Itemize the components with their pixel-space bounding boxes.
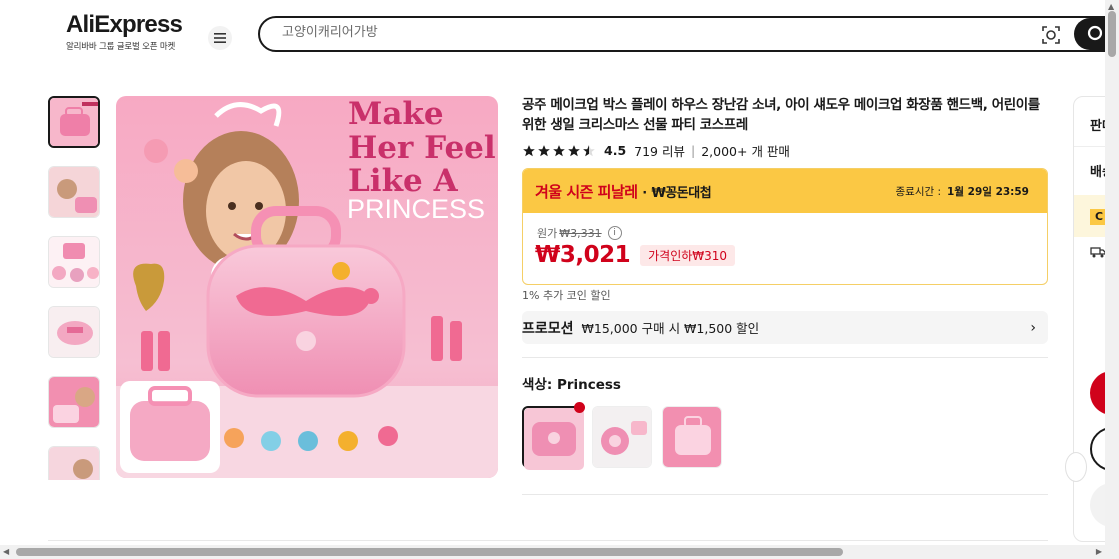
divider [522,357,1048,358]
chevron-right-icon: › [1030,319,1036,336]
image-text-line1: Make [348,96,444,132]
aliexpress-logo[interactable]: AliExpress 알리바바 그룹 글로벌 오픈 마켓 [66,11,183,53]
logo-subtitle: 알리바바 그룹 글로벌 오픈 마켓 [66,42,176,52]
rating-stars [522,144,596,158]
scroll-up-icon[interactable]: ▲ [1108,2,1114,11]
sale-end-value: 1월 29일 23:59 [947,185,1029,198]
product-title: 공주 메이크업 박스 플레이 하우스 장난감 소녀, 아이 섀도우 메이크업 화… [522,97,1040,133]
promotion-tag: 프로모션 [522,320,574,337]
star-icon [523,144,535,156]
horizontal-scrollbar[interactable]: ◀ ▶ [0,545,1105,559]
carousel-prev-button[interactable] [1065,452,1087,482]
color-swatch-3[interactable] [662,406,722,468]
sale-separator: · [642,185,647,201]
hot-badge [574,402,585,413]
thumbnail-2[interactable] [48,166,100,218]
sold-count: 2,000+ 개 판매 [701,144,790,159]
scroll-left-icon[interactable]: ◀ [3,547,9,556]
thumbnail-6[interactable] [48,446,100,480]
camera-search-icon[interactable] [1040,24,1062,46]
current-price: ₩3,021 [535,242,631,268]
logo-text: AliExpress [66,11,183,38]
vertical-scroll-thumb[interactable] [1108,11,1116,57]
divider [522,494,1048,495]
thumbnail-list [48,96,102,480]
sale-end-time: 종료시간 : 1월 29일 23:59 [896,184,1030,199]
image-text-line4: PRINCESS [347,194,485,224]
sale-subtitle: ₩꽁돈대첩 [651,185,712,201]
coin-discount-text: 1% 추가 코인 할인 [522,289,611,302]
rating-value: 4.5 [604,143,627,158]
truck-icon [1090,243,1106,262]
menu-icon [214,33,226,43]
sale-banner: 겨울 시즌 피날레 · ₩꽁돈대첩 종료시간 : 1월 29일 23:59 [523,169,1047,213]
search-bar [258,16,1119,52]
sale-end-label: 종료시간 : [895,185,942,198]
promotion-row[interactable]: 프로모션 ₩15,000 구매 시 ₩1,500 할인 › [522,311,1048,344]
search-input[interactable] [282,25,982,40]
thumbnail-3[interactable] [48,236,100,288]
sale-name: 겨울 시즌 피날레 · ₩꽁돈대첩 [535,181,712,202]
discount-badge: 가격인하₩310 [640,244,736,266]
main-product-image[interactable]: Make Her Feel Like A PRINCESS [116,96,498,478]
divider [48,540,1048,541]
color-swatch-princess[interactable] [522,402,585,470]
horizontal-scroll-thumb[interactable] [16,548,843,556]
original-price-label: 원가 [537,227,558,240]
original-price-row: 원가 ₩3,331 i [537,225,622,241]
info-icon[interactable]: i [607,226,622,240]
half-star-icon [583,144,595,156]
star-icon [538,144,550,156]
star-icon [568,144,580,156]
star-icon [553,144,565,156]
product-page: AliExpress 알리바바 그룹 글로벌 오픈 마켓 고양이캐리어가방 Ma… [0,0,1119,559]
scroll-right-icon[interactable]: ▶ [1096,547,1102,556]
menu-button[interactable] [208,26,232,50]
image-text-line2: Her Feel [348,130,496,166]
sale-title: 겨울 시즌 피날레 [535,182,638,201]
color-label: 색상: Princess [522,377,621,393]
sale-box: 겨울 시즌 피날레 · ₩꽁돈대첩 종료시간 : 1월 29일 23:59 원가 … [522,168,1048,285]
price-row: ₩3,021 가격인하₩310 [535,242,736,268]
review-count[interactable]: 719 리뷰 [634,141,685,160]
promotion-text: ₩15,000 구매 시 ₩1,500 할인 [581,321,760,336]
thumbnail-5[interactable] [48,376,100,428]
vertical-scrollbar[interactable]: ▲ [1105,0,1119,559]
original-price: ₩3,331 [559,226,602,240]
thumbnail-4[interactable] [48,306,100,358]
thumbnail-1[interactable] [48,96,100,148]
separator: | [691,143,696,158]
color-swatch-2[interactable] [592,406,652,468]
color-swatches [522,402,722,470]
rating-row: 4.5 719 리뷰 | 2,000+ 개 판매 [522,141,790,160]
